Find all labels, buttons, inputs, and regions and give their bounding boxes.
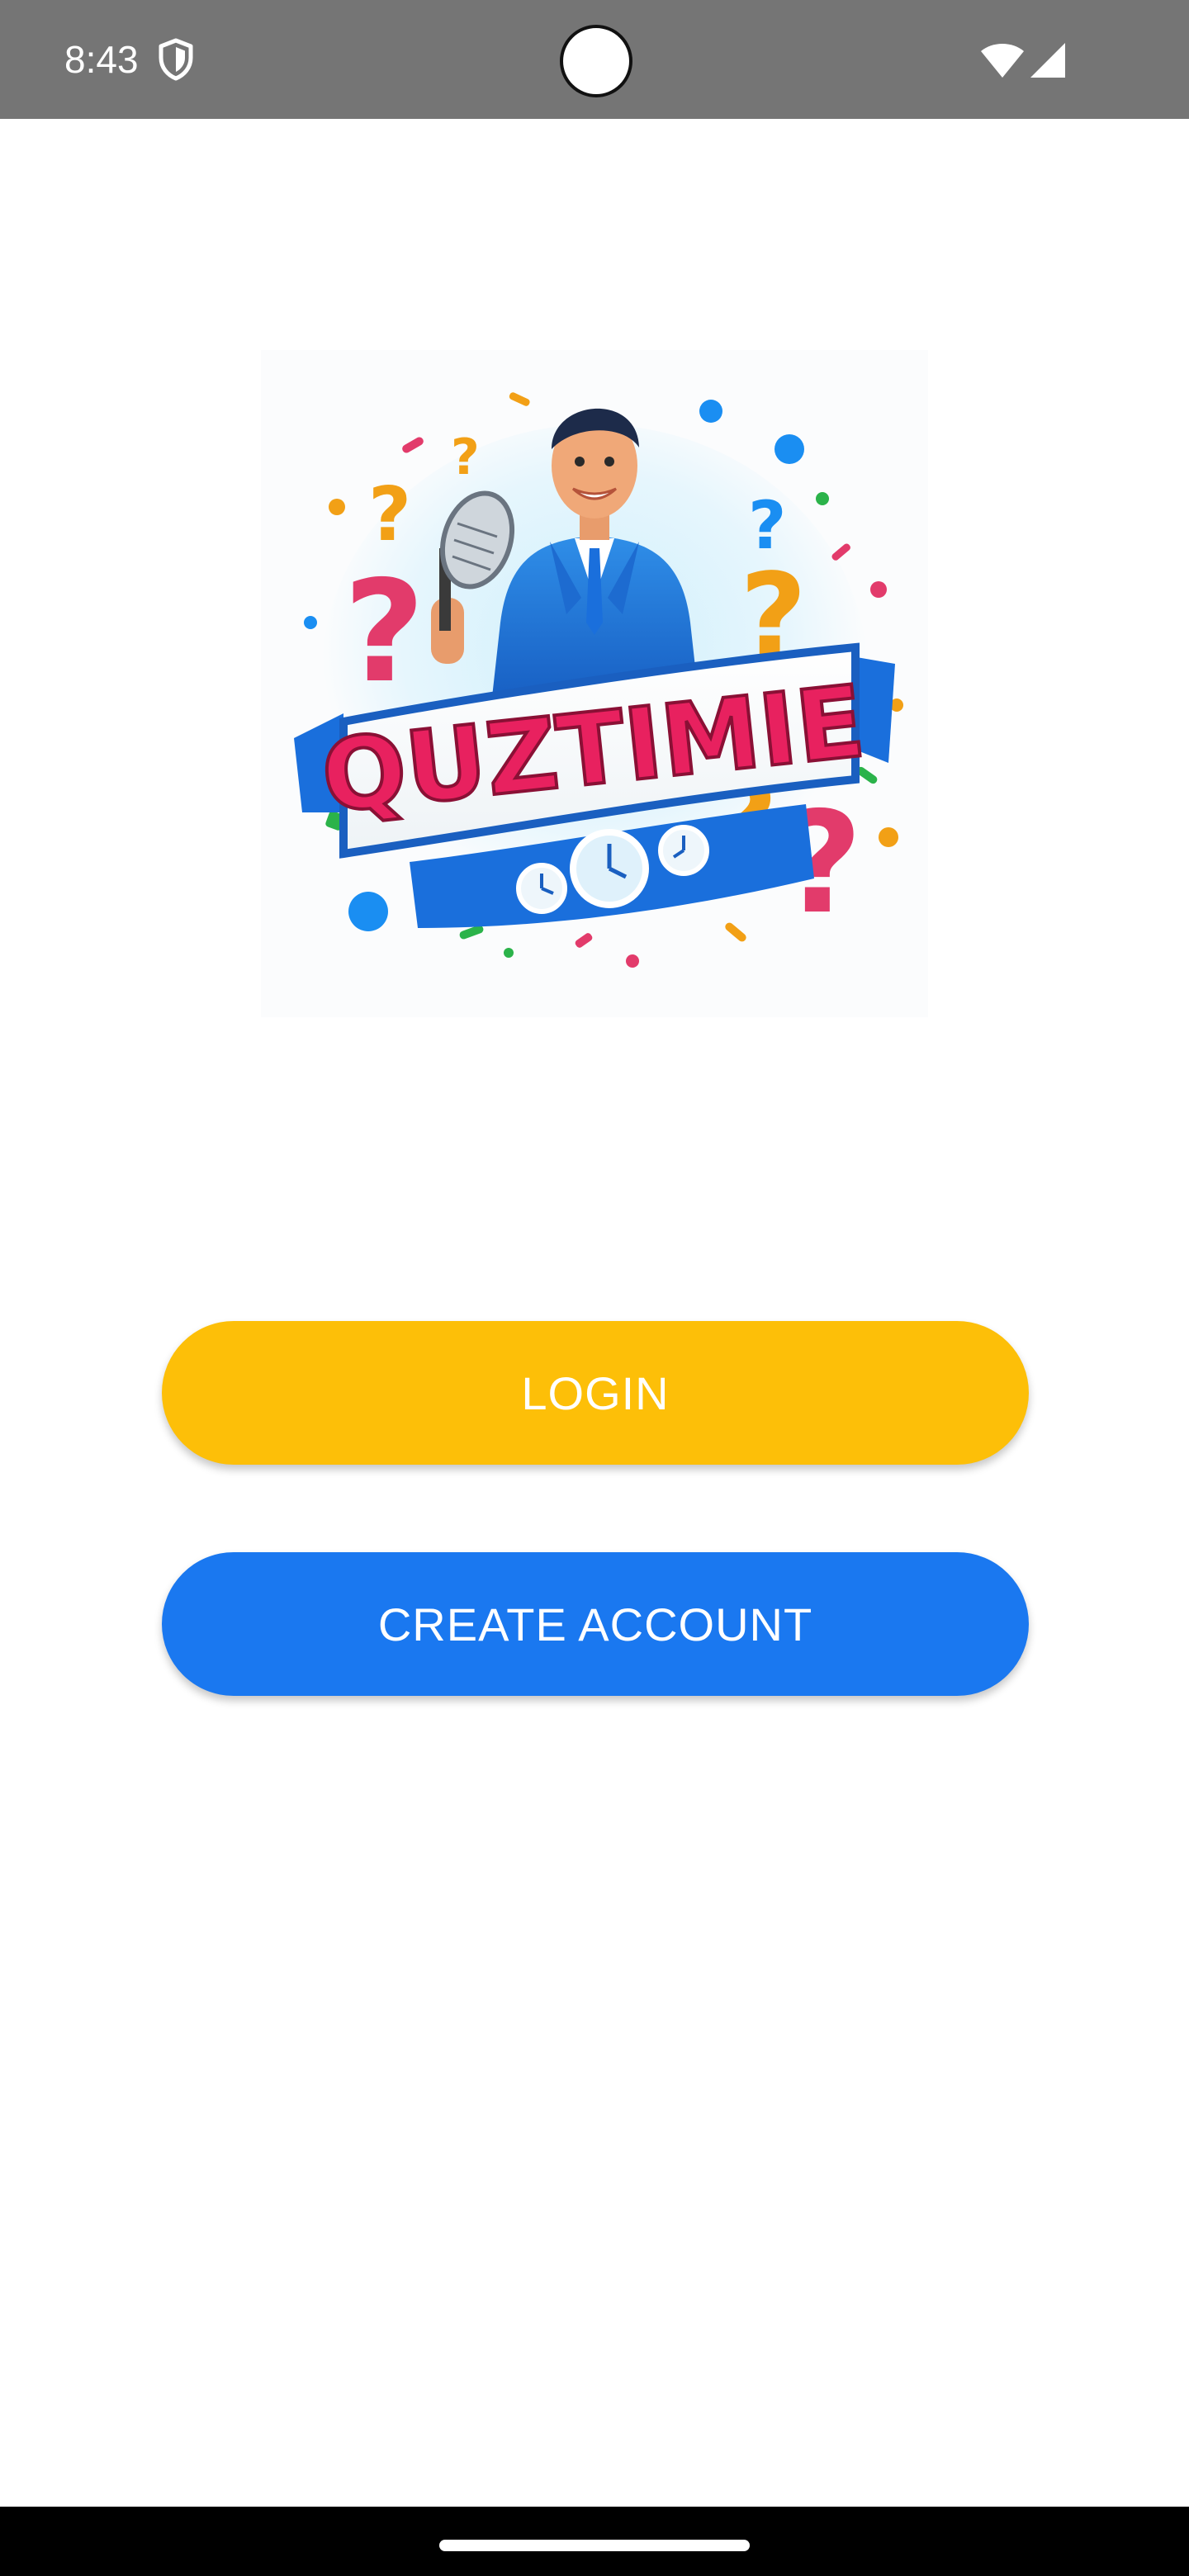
wifi-icon: [981, 44, 1024, 78]
cellular-signal-icon: [1030, 43, 1065, 78]
status-time: 8:43: [64, 38, 139, 81]
svg-text:?: ?: [451, 429, 480, 486]
quiz-time-logo: ? ? ? ? ? ? ?: [261, 350, 928, 1017]
quiz-host-logo-image: ? ? ? ? ? ? ?: [294, 392, 903, 968]
home-gesture-handle[interactable]: [439, 2540, 750, 2551]
shield-icon: [159, 38, 193, 81]
svg-text:?: ?: [748, 487, 786, 564]
create-account-button[interactable]: CREATE ACCOUNT: [162, 1552, 1029, 1696]
login-button[interactable]: LOGIN: [162, 1321, 1029, 1465]
app-screen: 8:43 ? ? ? ? ? ? QUZTIMIE LOGIN CREATE A…: [0, 0, 1189, 2576]
svg-text:?: ?: [343, 551, 425, 714]
status-bar: 8:43: [0, 0, 1189, 119]
front-camera-cutout: [560, 25, 632, 97]
svg-text:?: ?: [368, 471, 411, 558]
navigation-bar: [0, 2507, 1189, 2576]
